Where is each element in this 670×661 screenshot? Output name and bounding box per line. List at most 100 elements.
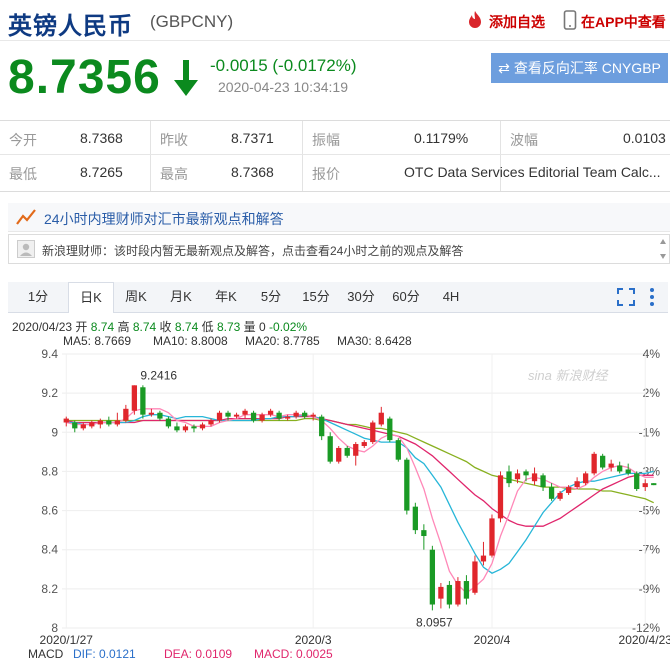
candlestick-chart[interactable]: 9.4 4%9.2 2%9 -1%8.8 -3%8.6 -5%8.4 -7%8.2 -9%8-… bbox=[0, 346, 670, 646]
candle-body bbox=[506, 471, 512, 484]
x-tick-label: 2020/3 bbox=[295, 633, 332, 646]
app-view-button[interactable]: 在APP中查看 bbox=[563, 10, 666, 33]
candle-body bbox=[361, 442, 367, 446]
tab-4h[interactable]: 4H bbox=[429, 282, 473, 312]
pair-code: (GBPCNY) bbox=[150, 12, 234, 31]
candle-body bbox=[97, 420, 103, 425]
candle-body bbox=[642, 483, 648, 488]
candle-body bbox=[174, 426, 180, 431]
candle-body bbox=[370, 422, 376, 443]
swap-icon: ⇄ bbox=[498, 59, 510, 76]
down-arrow-icon bbox=[172, 58, 200, 103]
candle-body bbox=[284, 416, 291, 419]
candle-body bbox=[387, 418, 393, 441]
stats-row: 最低 8.7265 最高 8.7368 报价 OTC Data Services… bbox=[0, 155, 670, 188]
candle-body bbox=[216, 412, 223, 421]
advisor-message: 新浪理财师：该时段内暂无最新观点及解答，点击查看24小时之前的观点及解答 bbox=[42, 244, 464, 258]
candle-body bbox=[165, 418, 172, 427]
tab-weekly[interactable]: 周K bbox=[114, 282, 158, 312]
tab-daily[interactable]: 日K bbox=[68, 282, 114, 313]
reverse-rate-button[interactable]: ⇄ 查看反向汇率 CNYGBP bbox=[491, 53, 668, 83]
candle-body bbox=[276, 412, 282, 419]
tab-60min[interactable]: 60分 bbox=[384, 282, 428, 312]
low-annotation: 8.0957 bbox=[416, 615, 453, 629]
close-value: 8.74 bbox=[174, 320, 199, 334]
tab-30min[interactable]: 30分 bbox=[339, 282, 383, 312]
candle-body bbox=[89, 422, 95, 427]
candle-body bbox=[344, 447, 350, 456]
volume-value: 0 bbox=[259, 320, 266, 334]
candle-body bbox=[106, 420, 112, 425]
y-right-tick-label: -1% bbox=[639, 425, 661, 439]
avatar-icon bbox=[17, 240, 35, 261]
candle-body bbox=[429, 549, 436, 605]
candle-body bbox=[463, 581, 470, 599]
close-label: 收 bbox=[159, 320, 172, 334]
tab-yearly[interactable]: 年K bbox=[204, 282, 248, 312]
candle-body bbox=[182, 426, 189, 431]
tab-1min[interactable]: 1分 bbox=[8, 282, 68, 312]
open-label: 今开 bbox=[9, 132, 37, 148]
macd-label: MACD bbox=[28, 647, 64, 661]
tab-monthly[interactable]: 月K bbox=[159, 282, 203, 312]
advisor-message-box[interactable]: 新浪理财师：该时段内暂无最新观点及解答，点击查看24小时之前的观点及解答 bbox=[8, 234, 670, 264]
x-tick-label: 2020/1/27 bbox=[40, 633, 94, 646]
y-right-tick-label: -7% bbox=[639, 543, 661, 557]
candle-body bbox=[489, 518, 495, 556]
candle-body bbox=[327, 436, 333, 462]
candle-body bbox=[310, 414, 316, 417]
macd-value: MACD: 0.0025 bbox=[254, 647, 333, 661]
prev-close-label: 昨收 bbox=[160, 132, 188, 148]
y-tick-label: 8.8 bbox=[41, 464, 58, 478]
add-watchlist-button[interactable]: 添加自选 bbox=[465, 10, 545, 33]
amplitude-value: 0.1179% bbox=[414, 130, 469, 146]
candle-body bbox=[574, 481, 580, 488]
volume-label: 量 bbox=[243, 320, 256, 334]
app-view-label: 在APP中查看 bbox=[581, 13, 666, 30]
more-options-icon[interactable] bbox=[649, 287, 655, 310]
candle-body bbox=[404, 459, 410, 511]
candle-body bbox=[480, 555, 487, 562]
candle-body bbox=[302, 412, 308, 417]
candle-body bbox=[548, 487, 555, 499]
candle-body bbox=[395, 440, 401, 460]
candle-body bbox=[157, 412, 163, 419]
advisor-section-header[interactable]: 24小时内理财师对汇市最新观点和解答 bbox=[8, 203, 670, 232]
y-tick-label: 8.4 bbox=[41, 543, 58, 557]
y-right-tick-label: -9% bbox=[639, 582, 661, 596]
candle-body bbox=[531, 473, 538, 482]
open-value: 8.74 bbox=[90, 320, 115, 334]
low-value: 8.7265 bbox=[80, 164, 123, 180]
candle-body bbox=[293, 412, 299, 417]
fire-icon bbox=[465, 10, 485, 33]
quote-time: 2020-04-23 10:34:19 bbox=[218, 79, 348, 95]
candle-body bbox=[625, 469, 631, 474]
candle-body bbox=[497, 475, 504, 519]
tab-5min[interactable]: 5分 bbox=[249, 282, 293, 312]
candle-body bbox=[540, 475, 546, 488]
fullscreen-icon[interactable] bbox=[617, 288, 635, 309]
quote-source-label: 报价 bbox=[312, 166, 340, 182]
candle-body bbox=[412, 506, 418, 531]
candle-body bbox=[259, 414, 265, 421]
open-value: 8.7368 bbox=[80, 130, 123, 146]
x-tick-label: 2020/4/23 bbox=[619, 633, 670, 646]
stats-row: 今开 8.7368 昨收 8.7371 振幅 0.1179% 波幅 0.0103 bbox=[0, 121, 670, 155]
low-value: 8.73 bbox=[216, 320, 241, 334]
candle-body bbox=[514, 473, 521, 480]
high-label: 高 bbox=[117, 320, 130, 334]
macd-dif: DIF: 0.0121 bbox=[73, 647, 136, 661]
scrollbar[interactable] bbox=[659, 237, 667, 261]
candle-body bbox=[131, 385, 138, 411]
low-label: 低 bbox=[201, 320, 214, 334]
range-label: 波幅 bbox=[510, 132, 538, 148]
candle-body bbox=[140, 387, 146, 415]
period-tabs: 1分 日K 周K 月K 年K 5分 15分 30分 60分 4H bbox=[8, 282, 668, 313]
y-tick-label: 9.2 bbox=[41, 386, 58, 400]
tab-15min[interactable]: 15分 bbox=[294, 282, 338, 312]
candle-body bbox=[148, 412, 155, 415]
candle-body bbox=[72, 422, 78, 429]
quote-source-value: OTC Data Services Editorial Team Calc... bbox=[404, 164, 661, 180]
x-tick-label: 2020/4 bbox=[474, 633, 511, 646]
candle-body bbox=[600, 455, 606, 468]
